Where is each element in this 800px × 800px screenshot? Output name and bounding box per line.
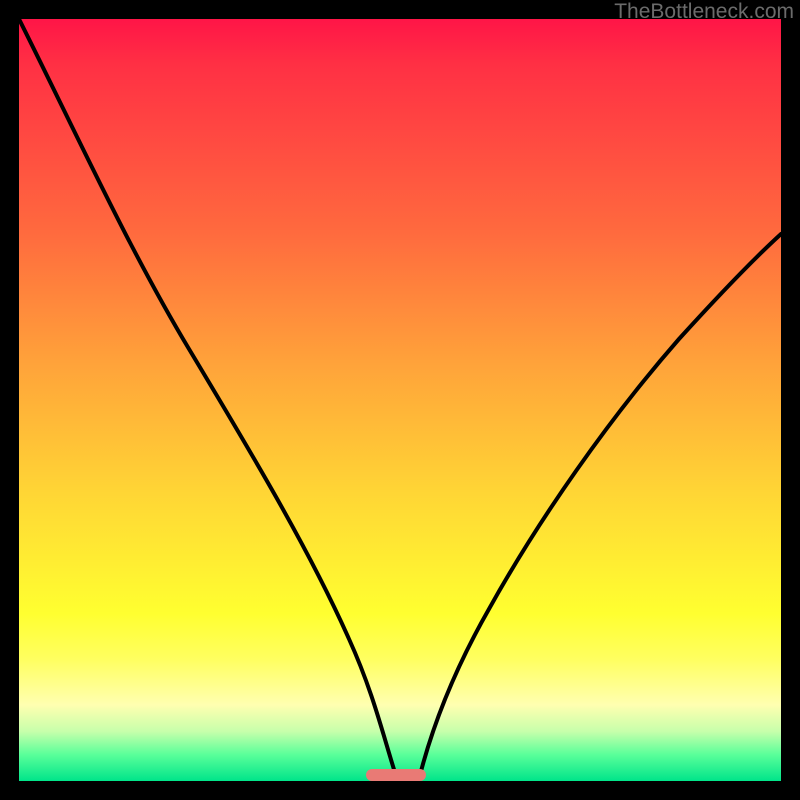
curve-right-branch [419,234,781,779]
bottleneck-curve [19,19,781,781]
watermark-text: TheBottleneck.com [614,0,794,24]
chart-frame: TheBottleneck.com [0,0,800,800]
curve-left-branch [19,19,397,779]
result-marker-pill [366,769,426,781]
plot-area [19,19,781,781]
